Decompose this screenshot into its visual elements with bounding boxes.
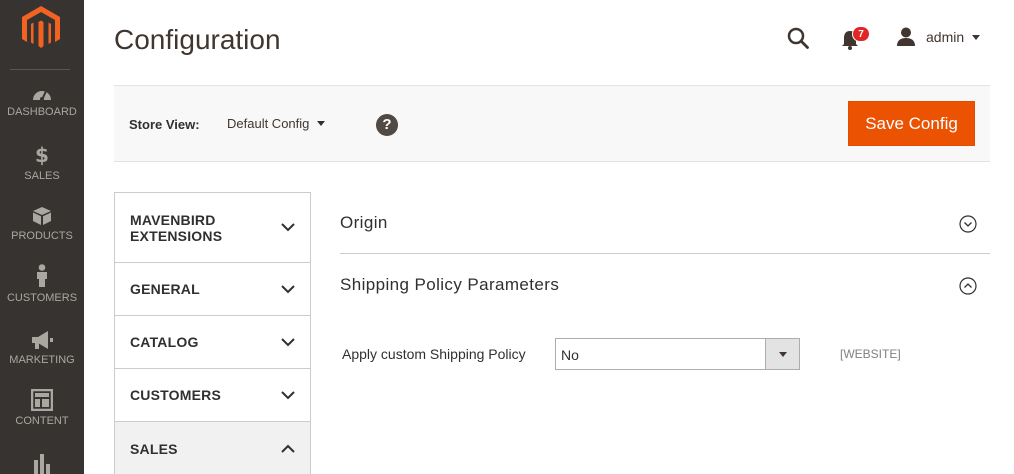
chevron-down-icon [281, 223, 295, 232]
nav-label-products: PRODUCTS [11, 230, 73, 242]
nav-label-sales: SALES [24, 170, 60, 182]
section-origin-title[interactable]: Origin [340, 213, 388, 233]
chevron-up-icon [281, 444, 295, 453]
nav-item-products[interactable]: PRODUCTS [0, 206, 84, 268]
tab-sales[interactable]: SALES [115, 422, 310, 474]
tab-customers[interactable]: CUSTOMERS [115, 369, 310, 422]
help-icon[interactable]: ? [376, 114, 398, 136]
dollar-icon: $ [35, 144, 49, 166]
tab-general[interactable]: GENERAL [115, 263, 310, 316]
nav-label-marketing: MARKETING [9, 354, 75, 366]
tab-label: MAVENBIRD EXTENSIONS [130, 211, 223, 244]
select-value: No [561, 347, 579, 363]
magento-logo-icon[interactable] [22, 6, 60, 50]
collapse-circle-icon[interactable] [959, 277, 977, 295]
nav-item-reports[interactable] [0, 452, 84, 474]
user-icon [897, 27, 915, 46]
notification-badge[interactable]: 7 [852, 26, 870, 42]
layout-icon [31, 389, 53, 411]
tab-label: CATALOG [130, 334, 199, 350]
store-view-label: Store View: [129, 117, 200, 132]
chevron-down-icon [281, 390, 295, 399]
chevron-down-icon [281, 337, 295, 346]
store-view-value: Default Config [227, 116, 310, 131]
nav-label-dashboard: DASHBOARD [7, 106, 77, 118]
search-icon[interactable] [787, 27, 809, 49]
page-title: Configuration [114, 24, 281, 55]
tab-mavenbird-extensions[interactable]: MAVENBIRD EXTENSIONS [115, 193, 310, 263]
chevron-down-icon [317, 121, 326, 126]
dashboard-icon [33, 90, 51, 101]
section-shipping-policy-title[interactable]: Shipping Policy Parameters [340, 275, 559, 295]
bar-chart-icon [34, 454, 50, 474]
expand-circle-icon[interactable] [959, 215, 977, 233]
chevron-down-icon [972, 34, 981, 40]
megaphone-icon [32, 331, 53, 349]
store-view-switcher[interactable]: Default Config [227, 116, 326, 131]
nav-item-dashboard[interactable]: DASHBOARD [0, 84, 84, 146]
apply-shipping-policy-select[interactable]: No [555, 338, 800, 370]
config-tabs: MAVENBIRD EXTENSIONS GENERAL CATALOG CUS… [114, 192, 311, 474]
tab-label: CUSTOMERS [130, 387, 221, 403]
select-arrow[interactable] [765, 339, 799, 369]
apply-shipping-policy-label: Apply custom Shipping Policy [342, 346, 526, 362]
chevron-down-icon [779, 352, 787, 357]
nav-item-content[interactable]: CONTENT [0, 389, 84, 451]
nav-item-marketing[interactable]: MARKETING [0, 330, 84, 392]
nav-label-content: CONTENT [15, 415, 69, 427]
tab-label: GENERAL [130, 281, 200, 297]
svg-text:$: $ [35, 144, 49, 166]
tab-catalog[interactable]: CATALOG [115, 316, 310, 369]
person-icon [37, 264, 47, 287]
nav-label-customers: CUSTOMERS [6, 292, 78, 304]
tab-label: SALES [130, 440, 178, 457]
box-icon [33, 207, 51, 225]
nav-item-customers[interactable]: CUSTOMERS [0, 264, 84, 326]
chevron-down-icon [281, 284, 295, 293]
nav-divider [10, 69, 70, 70]
user-menu[interactable]: admin [896, 26, 981, 48]
section-divider [340, 253, 990, 254]
nav-item-sales[interactable]: $ SALES [0, 144, 84, 206]
store-view-bar: Store View: Default Config ? Save Config [114, 85, 990, 162]
admin-sidebar: DASHBOARD $ SALES PRODUCTS CUSTOMERS MAR… [0, 0, 84, 474]
save-config-button[interactable]: Save Config [848, 101, 975, 146]
user-name: admin [926, 29, 965, 45]
scope-label: [WEBSITE] [840, 347, 901, 361]
